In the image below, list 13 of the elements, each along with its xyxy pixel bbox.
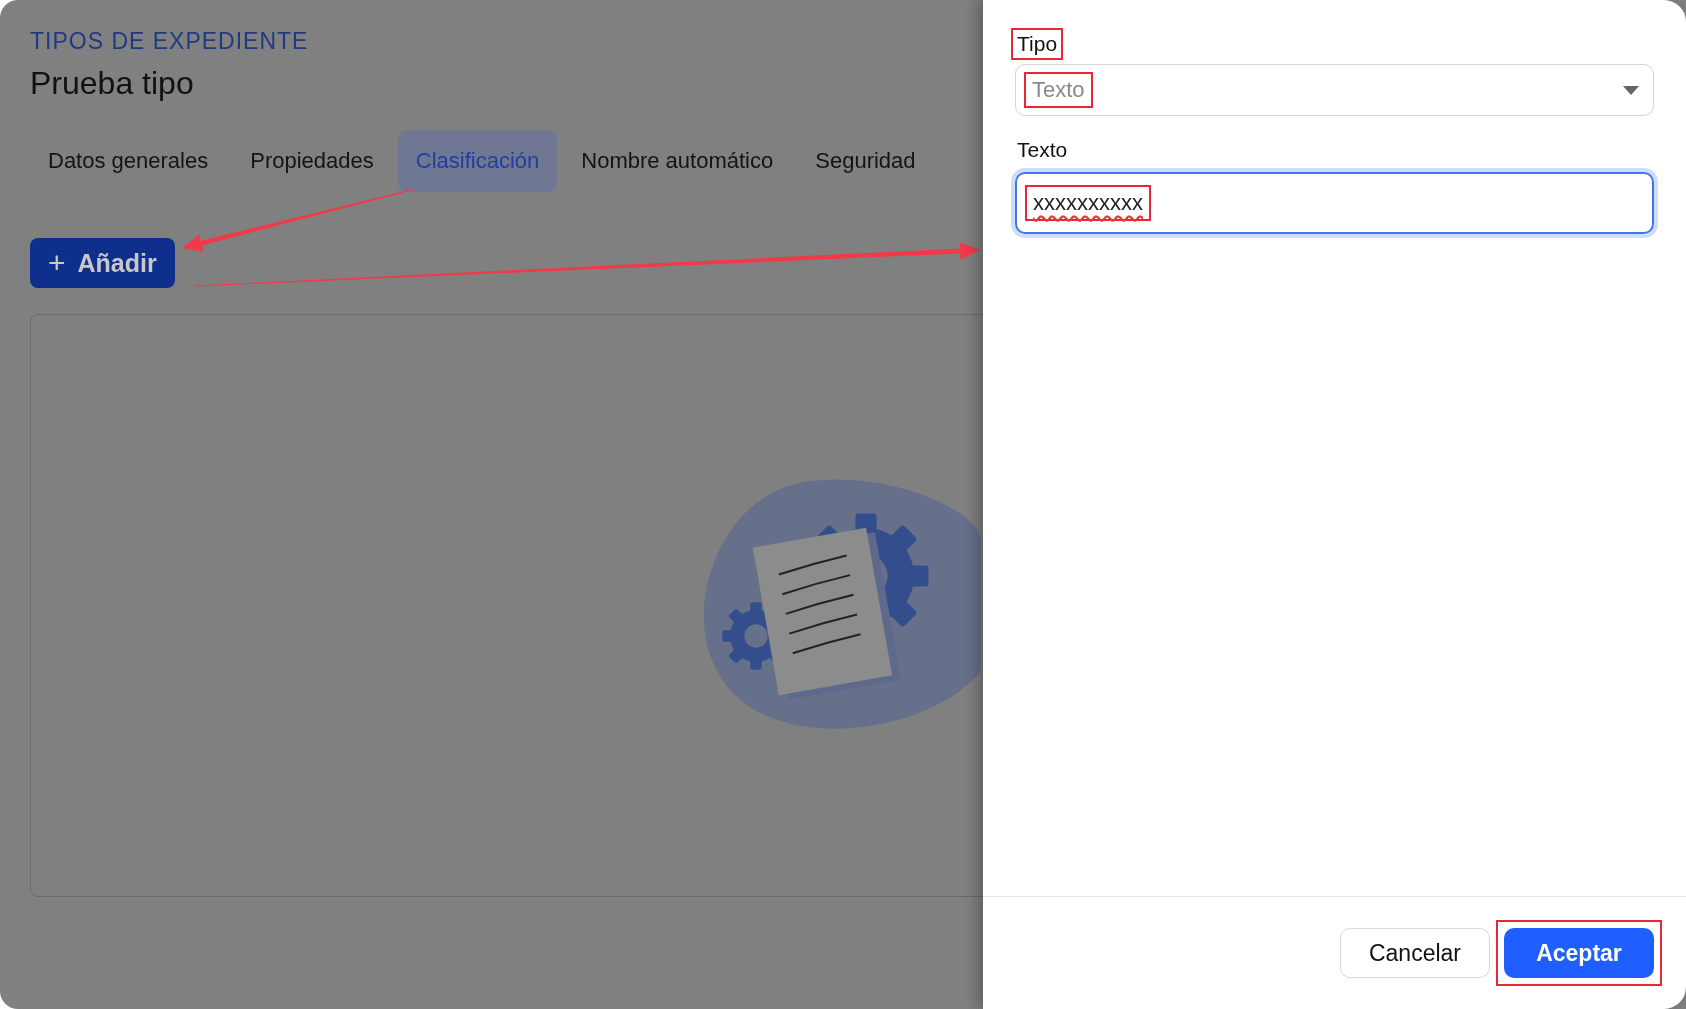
field-label: Texto bbox=[1016, 137, 1069, 163]
type-dropdown[interactable]: Texto bbox=[1015, 64, 1654, 116]
add-button[interactable]: + Añadir bbox=[30, 238, 175, 288]
tab[interactable]: Nombre automático bbox=[563, 130, 792, 192]
accept-button[interactable]: Aceptar bbox=[1504, 928, 1654, 978]
tab[interactable]: Datos generales bbox=[30, 130, 227, 192]
field-label: Tipo bbox=[1011, 28, 1064, 60]
caret-icon bbox=[1623, 85, 1639, 95]
page-title: Prueba tipo bbox=[30, 65, 194, 102]
cancel-button[interactable]: Cancelar bbox=[1340, 928, 1490, 978]
section-title: TIPOS DE EXPEDIENTE bbox=[30, 28, 309, 55]
tab[interactable]: Seguridad bbox=[797, 130, 934, 192]
tab[interactable]: Propiedades bbox=[232, 130, 392, 192]
